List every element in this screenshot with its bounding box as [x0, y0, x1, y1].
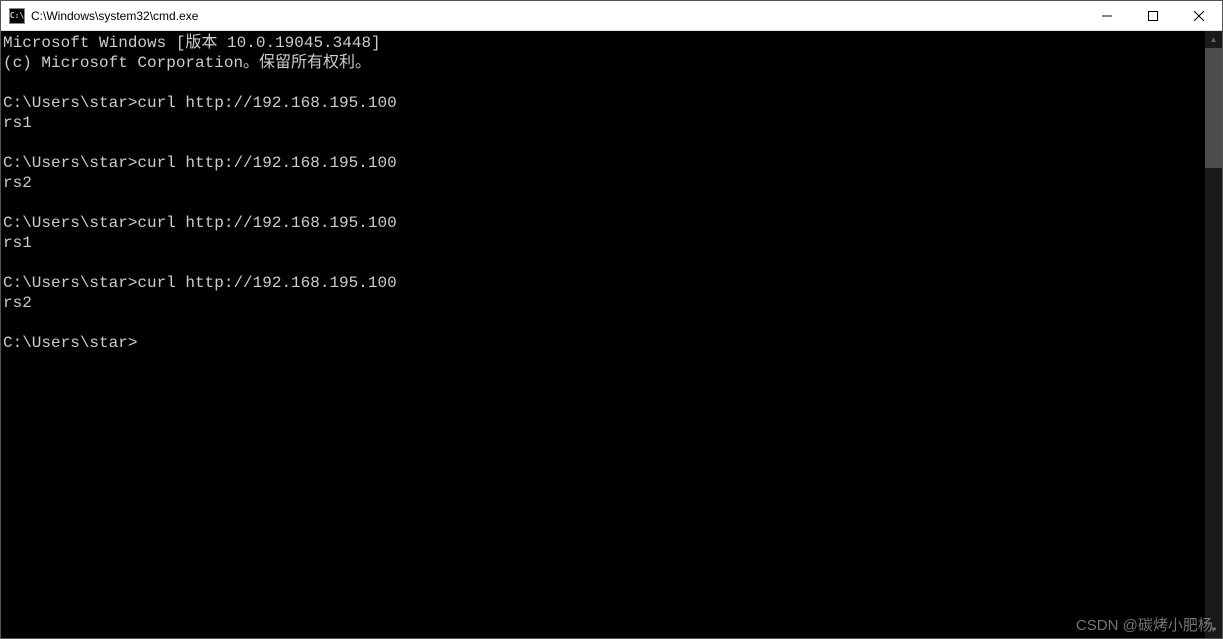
close-button[interactable] [1176, 1, 1222, 30]
minimize-icon [1102, 11, 1112, 21]
maximize-icon [1148, 11, 1158, 21]
terminal-area: Microsoft Windows [版本 10.0.19045.3448] (… [1, 31, 1222, 638]
cmd-icon: C:\ [9, 8, 25, 24]
scroll-thumb[interactable] [1205, 48, 1222, 168]
close-icon [1194, 11, 1204, 21]
cmd-window: C:\ C:\Windows\system32\cmd.exe Microsof… [0, 0, 1223, 639]
minimize-button[interactable] [1084, 1, 1130, 30]
window-controls [1084, 1, 1222, 30]
window-titlebar[interactable]: C:\ C:\Windows\system32\cmd.exe [1, 1, 1222, 31]
window-title: C:\Windows\system32\cmd.exe [31, 9, 198, 23]
maximize-button[interactable] [1130, 1, 1176, 30]
vertical-scrollbar[interactable]: ▲ ▼ [1205, 31, 1222, 638]
scroll-down-button[interactable]: ▼ [1205, 621, 1222, 638]
scroll-up-button[interactable]: ▲ [1205, 31, 1222, 48]
terminal-output[interactable]: Microsoft Windows [版本 10.0.19045.3448] (… [1, 31, 1205, 638]
